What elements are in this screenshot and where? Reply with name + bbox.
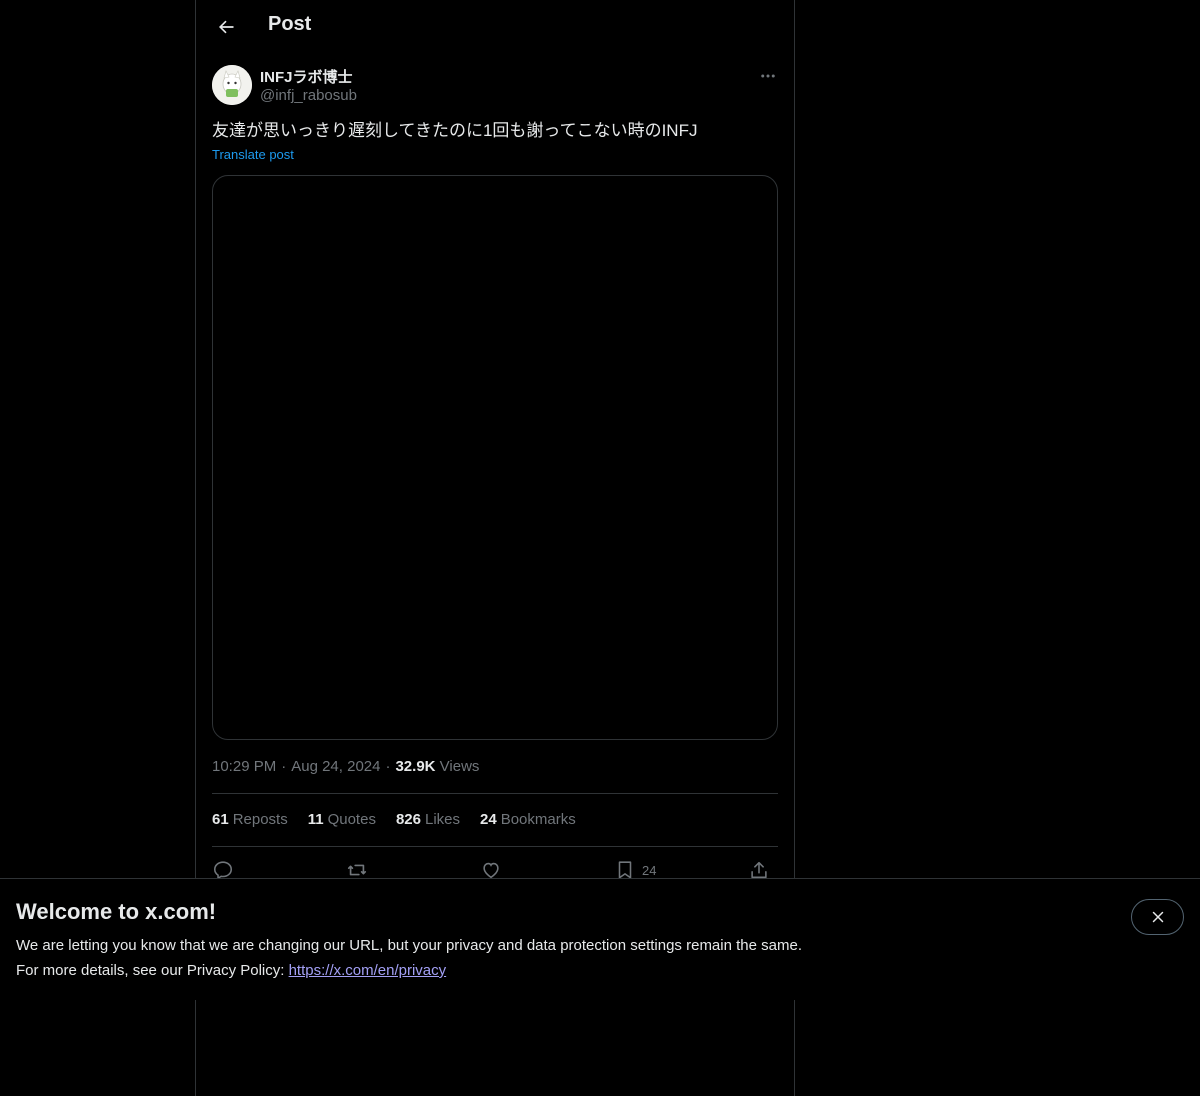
meta-separator: · [281, 758, 287, 775]
more-options-button[interactable] [756, 64, 780, 88]
reposts-stat[interactable]: 61 Reposts [212, 811, 288, 828]
page-title: Post [268, 13, 312, 35]
banner-message: We are letting you know that we are chan… [16, 937, 802, 954]
banner-policy-line: For more details, see our Privacy Policy… [16, 962, 446, 979]
post-stats: 61 Reposts 11 Quotes 826 Likes 24 Bookmarks [212, 811, 576, 828]
reposts-label: Reposts [232, 811, 288, 828]
quotes-label: Quotes [327, 811, 376, 828]
translate-post-link[interactable]: Translate post [212, 147, 294, 162]
post-text: 友達が思いっきり遅刻してきたのに1回も謝ってこない時のINFJ [212, 121, 698, 140]
banner-policy-prefix: For more details, see our Privacy Policy… [16, 962, 289, 979]
likes-stat[interactable]: 826 Likes [396, 811, 460, 828]
post-meta: 10:29 PM · Aug 24, 2024 · 32.9K Views [212, 758, 479, 775]
more-icon [759, 67, 777, 85]
author-handle[interactable]: @infj_rabosub [260, 87, 357, 104]
author-display-name[interactable]: INFJラボ博士 [260, 66, 353, 87]
welcome-banner: Welcome to x.com! We are letting you kno… [0, 878, 1200, 1000]
post-media[interactable] [212, 175, 778, 740]
bookmarks-stat[interactable]: 24 Bookmarks [480, 811, 576, 828]
post-header: Post [196, 0, 794, 54]
likes-count: 826 [395, 811, 421, 828]
bookmark-count: 24 [642, 862, 657, 878]
meta-separator: · [385, 758, 391, 775]
post-time[interactable]: 10:29 PM [212, 758, 276, 775]
close-icon [1149, 908, 1167, 926]
divider [212, 793, 778, 794]
back-button[interactable] [208, 9, 244, 45]
views-label: Views [439, 758, 480, 775]
bookmarks-count: 24 [480, 811, 497, 828]
quotes-stat[interactable]: 11 Quotes [308, 811, 376, 828]
back-arrow-icon [216, 17, 236, 37]
views-count: 32.9K [395, 758, 436, 775]
privacy-policy-link[interactable]: https://x.com/en/privacy [289, 962, 447, 979]
close-banner-button[interactable] [1131, 899, 1184, 935]
post-date[interactable]: Aug 24, 2024 [291, 758, 380, 775]
bookmarks-label: Bookmarks [500, 811, 576, 828]
reposts-count: 61 [212, 811, 229, 828]
divider [212, 846, 778, 847]
likes-label: Likes [424, 811, 461, 828]
avatar[interactable] [212, 65, 252, 105]
quotes-count: 11 [307, 811, 324, 828]
banner-title: Welcome to x.com! [16, 899, 217, 924]
